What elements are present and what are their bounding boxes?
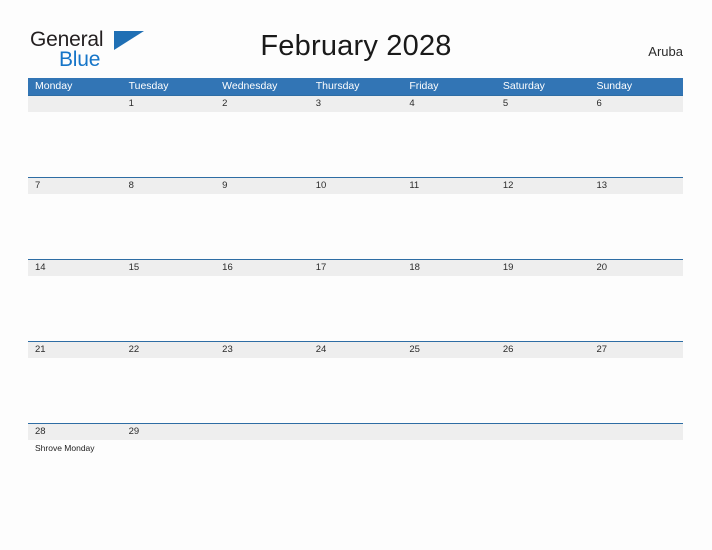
week-number-band: 1 2 3 4 5 6 (28, 95, 683, 112)
day-number[interactable]: 23 (215, 342, 309, 358)
week-content-band (28, 358, 683, 423)
day-number[interactable]: 9 (215, 178, 309, 194)
day-number[interactable] (309, 424, 403, 440)
day-number[interactable]: 16 (215, 260, 309, 276)
week-number-band: 21 22 23 24 25 26 27 (28, 341, 683, 358)
day-event (309, 440, 403, 505)
weekday-header-thursday: Thursday (315, 80, 360, 92)
day-event (122, 440, 216, 505)
day-number[interactable]: 13 (589, 178, 683, 194)
day-number[interactable] (215, 424, 309, 440)
day-number[interactable]: 15 (122, 260, 216, 276)
day-number[interactable]: 17 (309, 260, 403, 276)
day-number[interactable]: 28 (28, 424, 122, 440)
day-event (402, 358, 496, 423)
page-header: General Blue February 2028 Aruba (0, 0, 712, 78)
day-event (496, 112, 590, 177)
day-number[interactable]: 12 (496, 178, 590, 194)
weekday-header-monday: Monday (35, 80, 73, 92)
day-event (215, 112, 309, 177)
day-number[interactable]: 8 (122, 178, 216, 194)
day-number[interactable]: 3 (309, 96, 403, 112)
calendar-week-row: 28 29 Shrove Monday (28, 423, 683, 505)
day-event (28, 194, 122, 259)
day-event (402, 440, 496, 505)
day-event (28, 276, 122, 341)
day-number[interactable]: 22 (122, 342, 216, 358)
weekday-header-sunday: Sunday (596, 80, 633, 92)
day-number[interactable]: 2 (215, 96, 309, 112)
day-number[interactable]: 7 (28, 178, 122, 194)
weekday-header-tuesday: Tuesday (128, 80, 169, 92)
week-content-band (28, 276, 683, 341)
day-event (309, 276, 403, 341)
day-event (309, 194, 403, 259)
calendar-grid: Monday Tuesday Wednesday Thursday Friday… (28, 78, 683, 505)
calendar-week-row: 7 8 9 10 11 12 13 (28, 177, 683, 259)
day-number[interactable] (28, 96, 122, 112)
day-event (496, 440, 590, 505)
weekday-header-wednesday: Wednesday (222, 80, 278, 92)
week-number-band: 14 15 16 17 18 19 20 (28, 259, 683, 276)
region-label: Aruba (648, 44, 683, 59)
day-event (122, 112, 216, 177)
day-event (589, 276, 683, 341)
day-number[interactable]: 29 (122, 424, 216, 440)
day-number[interactable]: 10 (309, 178, 403, 194)
day-number[interactable] (496, 424, 590, 440)
day-event (215, 440, 309, 505)
day-event (589, 112, 683, 177)
day-number[interactable] (402, 424, 496, 440)
day-event (28, 112, 122, 177)
weekday-header-row: Monday Tuesday Wednesday Thursday Friday… (28, 78, 683, 95)
day-event (122, 276, 216, 341)
day-event (402, 276, 496, 341)
day-event (589, 194, 683, 259)
day-event (402, 112, 496, 177)
day-number[interactable]: 14 (28, 260, 122, 276)
day-event (215, 358, 309, 423)
day-number[interactable]: 5 (496, 96, 590, 112)
day-event (122, 194, 216, 259)
weekday-header-friday: Friday (409, 80, 439, 92)
day-number[interactable]: 21 (28, 342, 122, 358)
week-number-band: 7 8 9 10 11 12 13 (28, 177, 683, 194)
day-event: Shrove Monday (35, 443, 95, 453)
day-event (309, 112, 403, 177)
day-event (589, 358, 683, 423)
day-number[interactable]: 4 (402, 96, 496, 112)
day-event (309, 358, 403, 423)
week-content-band (28, 112, 683, 177)
day-number[interactable]: 11 (402, 178, 496, 194)
day-number[interactable]: 19 (496, 260, 590, 276)
day-event (122, 358, 216, 423)
week-number-band: 28 29 (28, 423, 683, 440)
day-number[interactable]: 24 (309, 342, 403, 358)
calendar-week-row: 1 2 3 4 5 6 (28, 95, 683, 177)
week-content-band: Shrove Monday (28, 440, 683, 505)
page-title: February 2028 (260, 30, 452, 62)
calendar-week-row: 14 15 16 17 18 19 20 (28, 259, 683, 341)
day-event (589, 440, 683, 505)
day-event (496, 194, 590, 259)
day-number[interactable]: 6 (589, 96, 683, 112)
day-number[interactable]: 20 (589, 260, 683, 276)
weekday-header-saturday: Saturday (502, 80, 545, 92)
day-number[interactable]: 26 (496, 342, 590, 358)
day-event (215, 276, 309, 341)
week-content-band (28, 194, 683, 259)
day-number[interactable] (589, 424, 683, 440)
day-event (496, 276, 590, 341)
day-event (496, 358, 590, 423)
calendar-page: General Blue February 2028 Aruba Monday … (0, 0, 712, 550)
day-number[interactable]: 27 (589, 342, 683, 358)
day-event (402, 194, 496, 259)
day-number[interactable]: 18 (402, 260, 496, 276)
day-event (28, 358, 122, 423)
calendar-week-row: 21 22 23 24 25 26 27 (28, 341, 683, 423)
day-event (215, 194, 309, 259)
day-number[interactable]: 25 (402, 342, 496, 358)
day-number[interactable]: 1 (122, 96, 216, 112)
